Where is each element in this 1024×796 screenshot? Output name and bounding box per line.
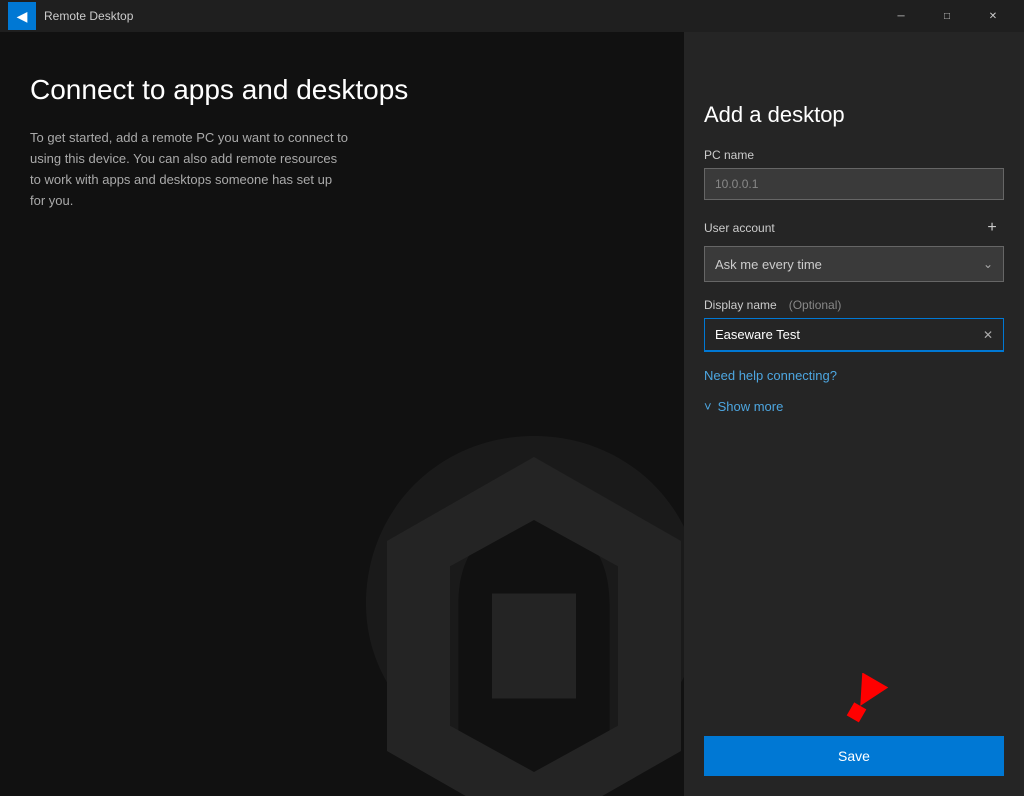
panel-title: Add a desktop — [704, 102, 1004, 128]
user-account-section: User account + Ask me every time ⌄ — [704, 216, 1004, 282]
pc-name-label: PC name — [704, 148, 1004, 162]
display-name-label: Display name — [704, 298, 777, 312]
user-account-value: Ask me every time — [715, 257, 822, 272]
right-panel: + Add ⚙ Settings ••• Add a desktop PC na… — [684, 32, 1024, 796]
left-panel-heading: Connect to apps and desktops — [30, 72, 654, 108]
minimize-button[interactable]: ─ — [878, 0, 924, 32]
show-more-button[interactable]: ˅ Show more — [704, 399, 1004, 414]
pc-name-section: PC name — [704, 148, 1004, 200]
display-name-section: Display name (Optional) ✕ — [704, 298, 1004, 352]
add-user-button[interactable]: + — [980, 216, 1004, 240]
titlebar: ◀ Remote Desktop ─ □ ✕ — [0, 0, 1024, 32]
close-button[interactable]: ✕ — [970, 0, 1016, 32]
pc-name-input[interactable] — [704, 168, 1004, 200]
back-button[interactable]: ◀ — [8, 2, 36, 30]
left-panel-description: To get started, add a remote PC you want… — [30, 128, 350, 211]
display-name-input-wrap: ✕ — [704, 318, 1004, 352]
user-account-label: User account — [704, 221, 775, 235]
help-link[interactable]: Need help connecting? — [704, 368, 1004, 383]
maximize-button[interactable]: □ — [924, 0, 970, 32]
user-account-dropdown[interactable]: Ask me every time ⌄ — [704, 246, 1004, 282]
show-more-label: Show more — [718, 399, 784, 414]
save-button[interactable]: Save — [704, 736, 1004, 776]
app-title: Remote Desktop — [44, 9, 878, 23]
red-arrow-indicator — [839, 673, 894, 728]
display-name-label-row: Display name (Optional) — [704, 298, 1004, 312]
show-more-chevron-icon: ˅ — [704, 399, 712, 414]
main-layout: Connect to apps and desktops To get star… — [0, 32, 1024, 796]
left-panel: Connect to apps and desktops To get star… — [0, 32, 684, 796]
bg-watermark-icon — [324, 436, 684, 796]
display-name-optional: (Optional) — [789, 298, 842, 312]
back-icon: ◀ — [17, 8, 28, 25]
display-name-input[interactable] — [704, 318, 1004, 352]
user-account-row: User account + — [704, 216, 1004, 240]
chevron-down-icon: ⌄ — [983, 257, 993, 271]
clear-display-name-button[interactable]: ✕ — [978, 325, 998, 345]
window-controls: ─ □ ✕ — [878, 0, 1016, 32]
clear-icon: ✕ — [983, 328, 993, 342]
